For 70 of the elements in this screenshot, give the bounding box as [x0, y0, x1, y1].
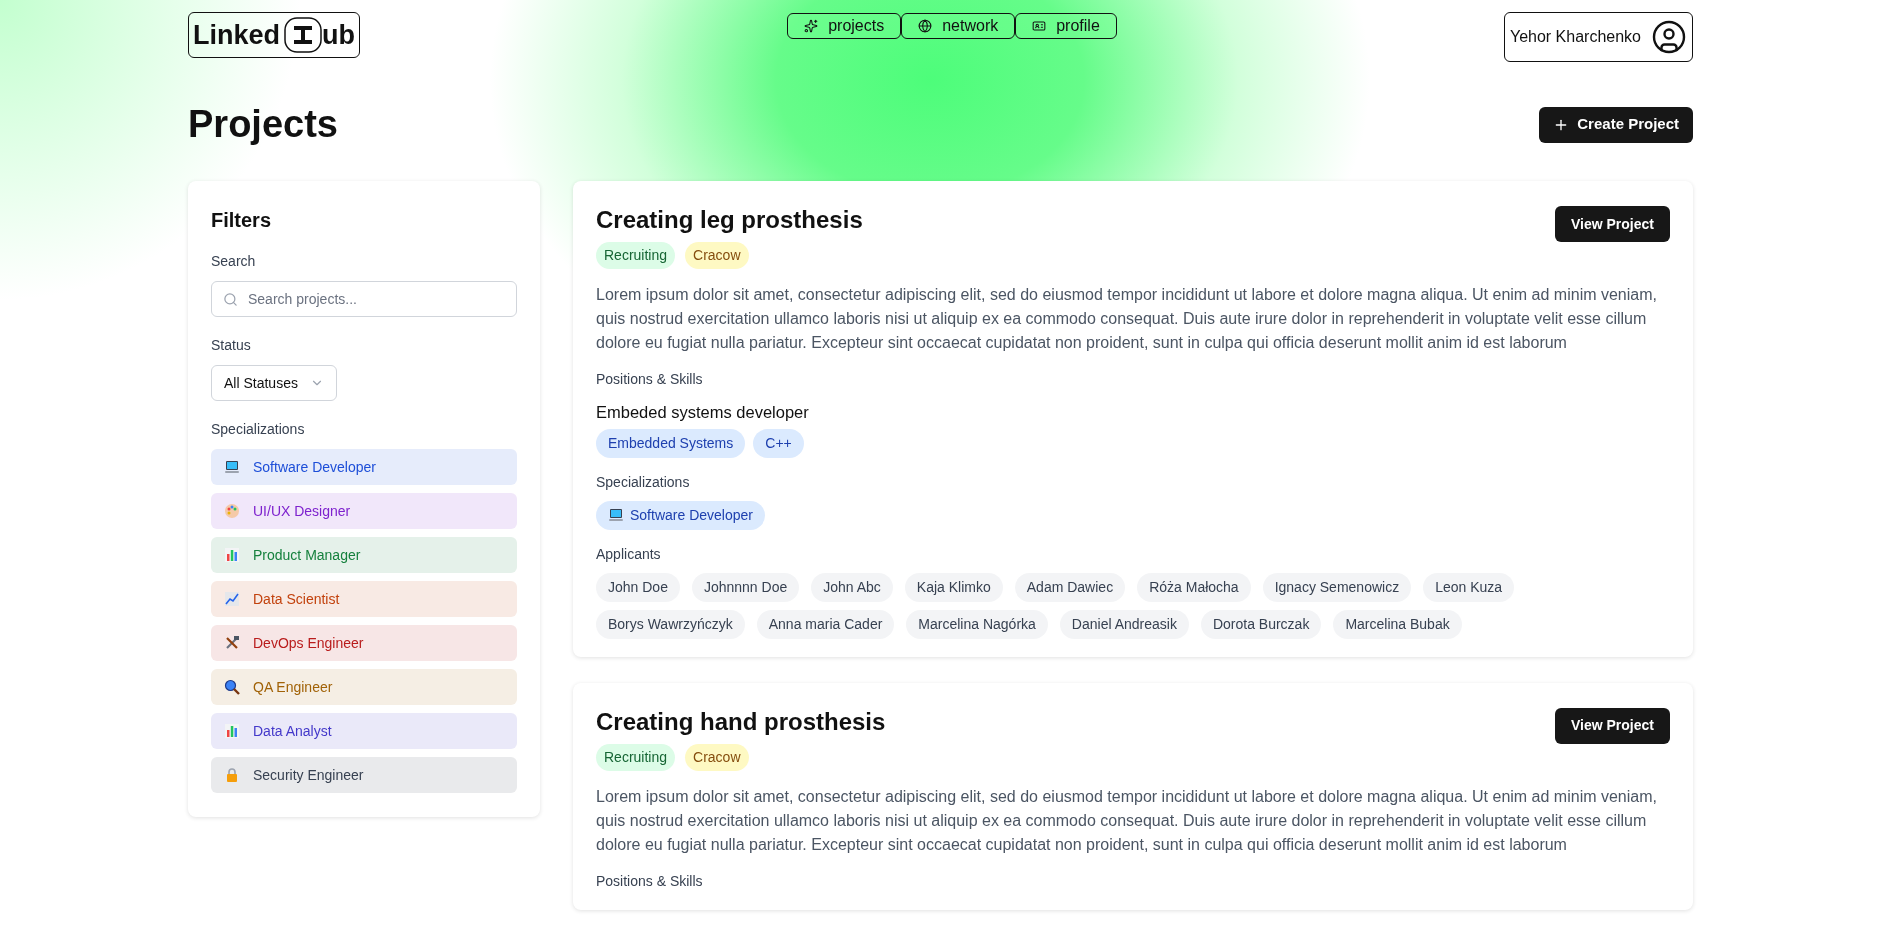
field-label: Status	[211, 336, 252, 355]
status-tag: Recruiting	[596, 743, 676, 771]
lock-icon	[224, 767, 240, 783]
applicant-chip: Dorota Burczak	[1200, 609, 1322, 639]
nav-tab[interactable]: projects	[787, 13, 902, 39]
page-title: Projects	[188, 102, 338, 147]
applicant-chip: Ignacy Semenowicz	[1262, 572, 1412, 602]
specialization-filter[interactable]: DevOps Engineer	[211, 625, 517, 661]
palette-icon	[224, 503, 240, 519]
location-tag: Cracow	[685, 743, 749, 771]
status-dropdown[interactable]: All Statuses	[211, 365, 337, 401]
nav-tab[interactable]: network	[901, 13, 1016, 39]
skill-tag: Embedded Systems	[596, 428, 746, 458]
status-tag: Recruiting	[596, 242, 676, 269]
section-label: Positions & Skills	[596, 871, 704, 891]
laptop-icon	[608, 507, 624, 524]
sparkles-icon	[804, 19, 819, 33]
applicant-chip: Borys Wawrzyńczyk	[596, 609, 745, 639]
project-description: Lorem ipsum dolor sit amet, consectetur adipiscing elit, sed do eiusmod tempor incididunt ut labore et dolore magna aliqua. Ut enim ad minim veniam, quis nostrud exercitation ullamco laboris nisi ut aliquip ex ea commodo consequat. Duis aute irure dolor in reprehenderit in voluptate velit esse cillum dolore eu fugiat nulla pariatur. Excepteur sint occaecat cupidatat non proident, sunt in culpa qui officia deserunt mollit anim id est laborum	[596, 285, 1658, 353]
applicant-chip: Leon Kuza	[1423, 572, 1515, 602]
field-label: Search	[211, 252, 257, 271]
specialization-filter[interactable]: Data Analyst	[211, 713, 517, 749]
search-field[interactable]: Search projects...	[211, 281, 517, 317]
filters-title: Filters	[211, 208, 273, 233]
specialization-filter[interactable]: Security Engineer	[211, 757, 517, 793]
tools-icon	[224, 635, 240, 651]
create-project-button[interactable]: Create Project	[1539, 106, 1693, 143]
applicant-chip: Johnnnn Doe	[691, 572, 800, 602]
applicant-chip: Adam Dawiec	[1014, 572, 1126, 602]
specialization-filter[interactable]: UI/UX Designer	[211, 493, 517, 529]
applicant-chip: Daniel Andreasik	[1059, 609, 1189, 639]
bar-chart-icon	[224, 547, 240, 563]
applicant-chip: Marcelina Bubak	[1333, 609, 1462, 639]
section-label: Applicants	[596, 544, 662, 564]
project-title: Creating leg prosthesis	[596, 205, 863, 235]
logo-text: ub	[322, 18, 355, 52]
view-project-button[interactable]: View Project	[1555, 707, 1670, 744]
logo[interactable]: Linked ub	[188, 12, 360, 58]
specialization-filter[interactable]: Product Manager	[211, 537, 517, 573]
logo-text: Linked	[193, 18, 280, 52]
project-description: Lorem ipsum dolor sit amet, consectetur adipiscing elit, sed do eiusmod tempor incididunt ut labore et dolore magna aliqua. Ut enim ad minim veniam, quis nostrud exercitation ullamco laboris nisi ut aliquip ex ea commodo consequat. Duis aute irure dolor in reprehenderit in voluptate velit esse cillum dolore eu fugiat nulla pariatur. Excepteur sint occaecat cupidatat non proident, sunt in culpa qui officia deserunt mollit anim id est laborum	[596, 786, 1658, 855]
id-card-icon	[1032, 19, 1047, 33]
section-label: Specializations	[596, 472, 691, 492]
specialization-filter[interactable]: Software Developer	[211, 449, 517, 485]
search-icon	[223, 292, 238, 307]
line-chart-icon	[224, 591, 240, 607]
applicant-chip: John Doe	[596, 572, 680, 602]
skill-tag: C++	[753, 428, 804, 458]
position-title: Embeded systems developer	[596, 402, 810, 423]
laptop-icon	[224, 459, 240, 475]
logo-mark-icon	[284, 17, 322, 53]
applicant-chip: Anna maria Cader	[756, 609, 895, 639]
section-label: Positions & Skills	[596, 370, 704, 389]
bar-chart-icon	[224, 723, 240, 739]
applicant-chip: Kaja Klimko	[904, 572, 1003, 602]
project-title: Creating hand prosthesis	[596, 706, 886, 737]
applicant-chip: John Abc	[811, 572, 893, 602]
specialization-filter[interactable]: QA Engineer	[211, 669, 517, 705]
nav-tab[interactable]: profile	[1015, 13, 1117, 39]
specialization-label: Software Developer	[630, 505, 753, 525]
globe-icon	[918, 19, 933, 33]
applicant-chip: Marcelina Nagórka	[906, 609, 1048, 639]
user-menu-button[interactable]: Yehor Kharchenko	[1503, 12, 1693, 62]
avatar-icon	[1651, 19, 1687, 55]
view-project-button[interactable]: View Project	[1555, 206, 1670, 242]
specialization-filter[interactable]: Data Scientist	[211, 581, 517, 617]
field-label: Specializations	[211, 420, 306, 439]
magnifier-icon	[224, 679, 240, 695]
location-tag: Cracow	[685, 242, 749, 269]
applicant-chip: Róża Małocha	[1137, 572, 1251, 602]
